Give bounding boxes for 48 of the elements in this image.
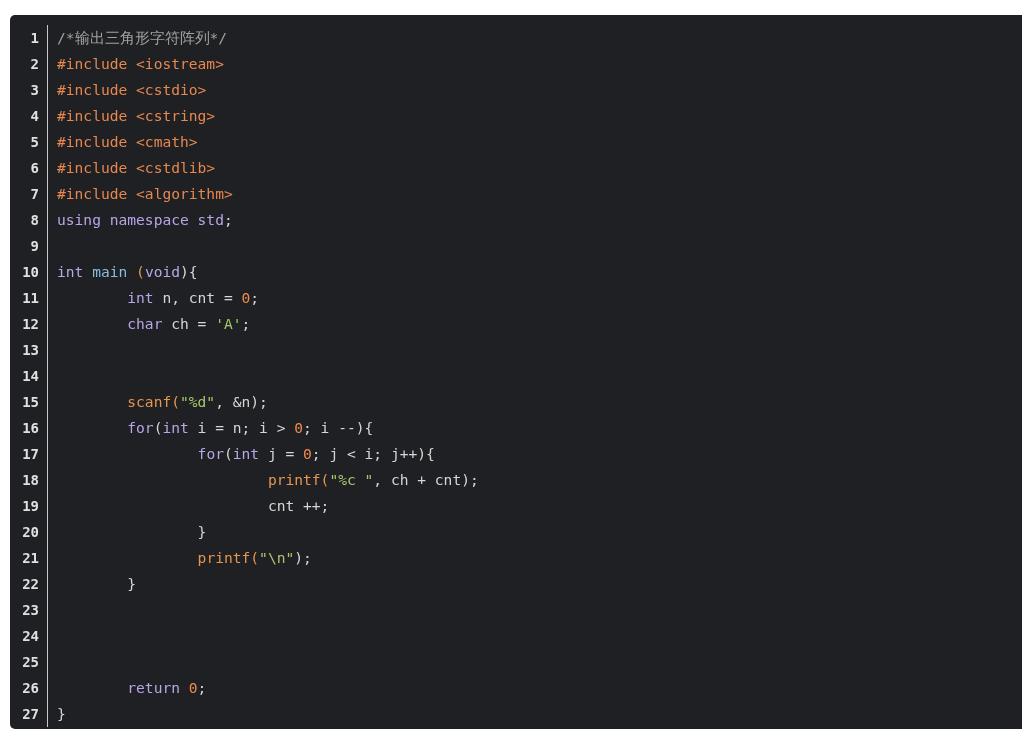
- line-number: 21: [21, 549, 39, 568]
- line-number: 17: [21, 445, 39, 464]
- line-number: 16: [21, 419, 39, 438]
- code-line: printf("%c ", ch + cnt);: [266, 470, 479, 490]
- line-number: 19: [21, 497, 39, 516]
- code-line: #include <cstring>: [57, 106, 216, 126]
- code-line: printf("\n");: [196, 548, 312, 568]
- line-number: 20: [21, 523, 39, 542]
- line-number: 10: [21, 263, 39, 282]
- line-number: 23: [21, 601, 39, 620]
- code-line: char ch = 'A';: [126, 314, 251, 334]
- code-line: }: [196, 522, 207, 542]
- code-line: cnt ++;: [266, 496, 330, 516]
- code-line: scanf("%d", &n);: [126, 392, 268, 412]
- line-number: 12: [21, 315, 39, 334]
- line-number: 18: [21, 471, 39, 490]
- line-number: 27: [21, 705, 39, 724]
- code-line: #include <iostream>: [57, 54, 224, 74]
- line-number: 26: [21, 679, 39, 698]
- line-number: 4: [29, 107, 39, 126]
- line-number: 14: [21, 367, 39, 386]
- line-number: 5: [29, 133, 39, 152]
- line-number: 6: [29, 159, 39, 178]
- line-number: 22: [21, 575, 39, 594]
- line-number: 25: [21, 653, 39, 672]
- code-line: }: [57, 704, 66, 724]
- code-line: /*输出三角形字符阵列*/: [57, 28, 228, 48]
- code-line: using namespace std;: [57, 210, 233, 230]
- line-number: 7: [29, 185, 39, 204]
- line-number: 15: [21, 393, 39, 412]
- line-number: 11: [21, 289, 39, 308]
- code-line: }: [126, 574, 137, 594]
- code-line: for(int j = 0; j < i; j++){: [196, 444, 435, 464]
- code-line: for(int i = n; i > 0; i --){: [126, 418, 374, 438]
- line-number: 24: [21, 627, 39, 646]
- line-number: 3: [29, 81, 39, 100]
- code-line: int main (void){: [57, 262, 198, 282]
- line-number: 13: [21, 341, 39, 360]
- code-line: int n, cnt = 0;: [126, 288, 260, 308]
- code-line: #include <algorithm>: [57, 184, 233, 204]
- code-line: #include <cstdlib>: [57, 158, 216, 178]
- line-number: 2: [29, 55, 39, 74]
- line-number: 1: [29, 29, 39, 48]
- code-line: #include <cstdio>: [57, 80, 207, 100]
- line-number: 8: [29, 211, 39, 230]
- code-line: return 0;: [126, 678, 207, 698]
- line-number: 9: [29, 237, 39, 256]
- code-line: #include <cmath>: [57, 132, 198, 152]
